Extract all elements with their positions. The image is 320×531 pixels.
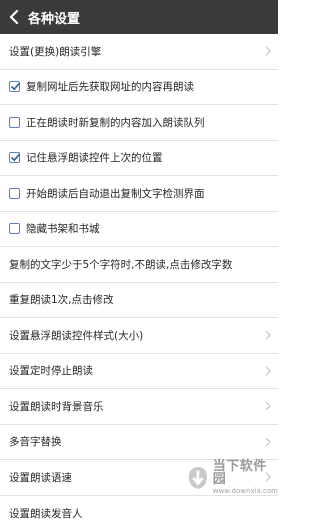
setting-label: 设置悬浮朗读控件样式(大小) (9, 328, 143, 343)
setting-label: 设置定时停止朗读 (9, 363, 93, 378)
watermark-url: www.downxia.com (213, 488, 278, 495)
checkbox-checked[interactable] (9, 81, 20, 92)
back-button[interactable] (2, 0, 26, 34)
checkbox-unchecked[interactable] (9, 117, 20, 128)
watermark-name: 当下软件园 (213, 460, 278, 486)
setting-item-hide-bookshelf[interactable]: 隐藏书架和书城 (0, 212, 278, 248)
setting-item-fetch-url-content[interactable]: 复制网址后先获取网址的内容再朗读 (0, 70, 278, 106)
setting-label: 正在朗读时新复制的内容加入朗读队列 (26, 115, 205, 130)
setting-item-min-chars[interactable]: 复制的文字少于5个字符时,不朗读,点击修改字数 (0, 247, 278, 283)
chevron-right-icon (265, 366, 271, 376)
setting-item-remember-position[interactable]: 记住悬浮朗读控件上次的位置 (0, 141, 278, 177)
setting-label: 记住悬浮朗读控件上次的位置 (26, 150, 163, 165)
chevron-right-icon (265, 46, 271, 56)
setting-item-timer-stop[interactable]: 设置定时停止朗读 (0, 354, 278, 390)
setting-label: 隐藏书架和书城 (26, 221, 100, 236)
setting-label: 开始朗读后自动退出复制文字检测界面 (26, 186, 205, 201)
page-title: 各种设置 (28, 8, 80, 27)
check-icon (9, 80, 22, 93)
back-arrow-icon (9, 10, 19, 24)
setting-item-repeat-count[interactable]: 重复朗读1次,点击修改 (0, 283, 278, 319)
download-site-logo-icon (187, 465, 209, 491)
setting-label: 设置(更换)朗读引擎 (9, 44, 101, 59)
setting-item-engine[interactable]: 设置(更换)朗读引擎 (0, 34, 278, 70)
setting-item-queue-new-copy[interactable]: 正在朗读时新复制的内容加入朗读队列 (0, 105, 278, 141)
checkbox-checked[interactable] (9, 152, 20, 163)
setting-label: 多音字替换 (9, 434, 62, 449)
checkbox-unchecked[interactable] (9, 188, 20, 199)
setting-item-background-music[interactable]: 设置朗读时背景音乐 (0, 389, 278, 425)
chevron-right-icon (265, 437, 271, 447)
setting-label: 复制的文字少于5个字符时,不朗读,点击修改字数 (9, 257, 232, 272)
checkbox-unchecked[interactable] (9, 223, 20, 234)
watermark: 当下软件园 www.downxia.com (183, 455, 278, 500)
setting-item-auto-exit-detect[interactable]: 开始朗读后自动退出复制文字检测界面 (0, 176, 278, 212)
setting-label: 设置朗读发音人 (9, 506, 83, 521)
setting-label: 重复朗读1次,点击修改 (9, 292, 114, 307)
setting-label: 设置朗读语速 (9, 470, 72, 485)
chevron-right-icon (265, 330, 271, 340)
chevron-right-icon (265, 401, 271, 411)
check-icon (9, 151, 22, 164)
setting-label: 复制网址后先获取网址的内容再朗读 (26, 79, 194, 94)
setting-item-speaker[interactable]: 设置朗读发音人 (0, 496, 278, 531)
setting-item-float-style[interactable]: 设置悬浮朗读控件样式(大小) (0, 318, 278, 354)
top-bar: 各种设置 (0, 0, 278, 34)
setting-label: 设置朗读时背景音乐 (9, 399, 104, 414)
